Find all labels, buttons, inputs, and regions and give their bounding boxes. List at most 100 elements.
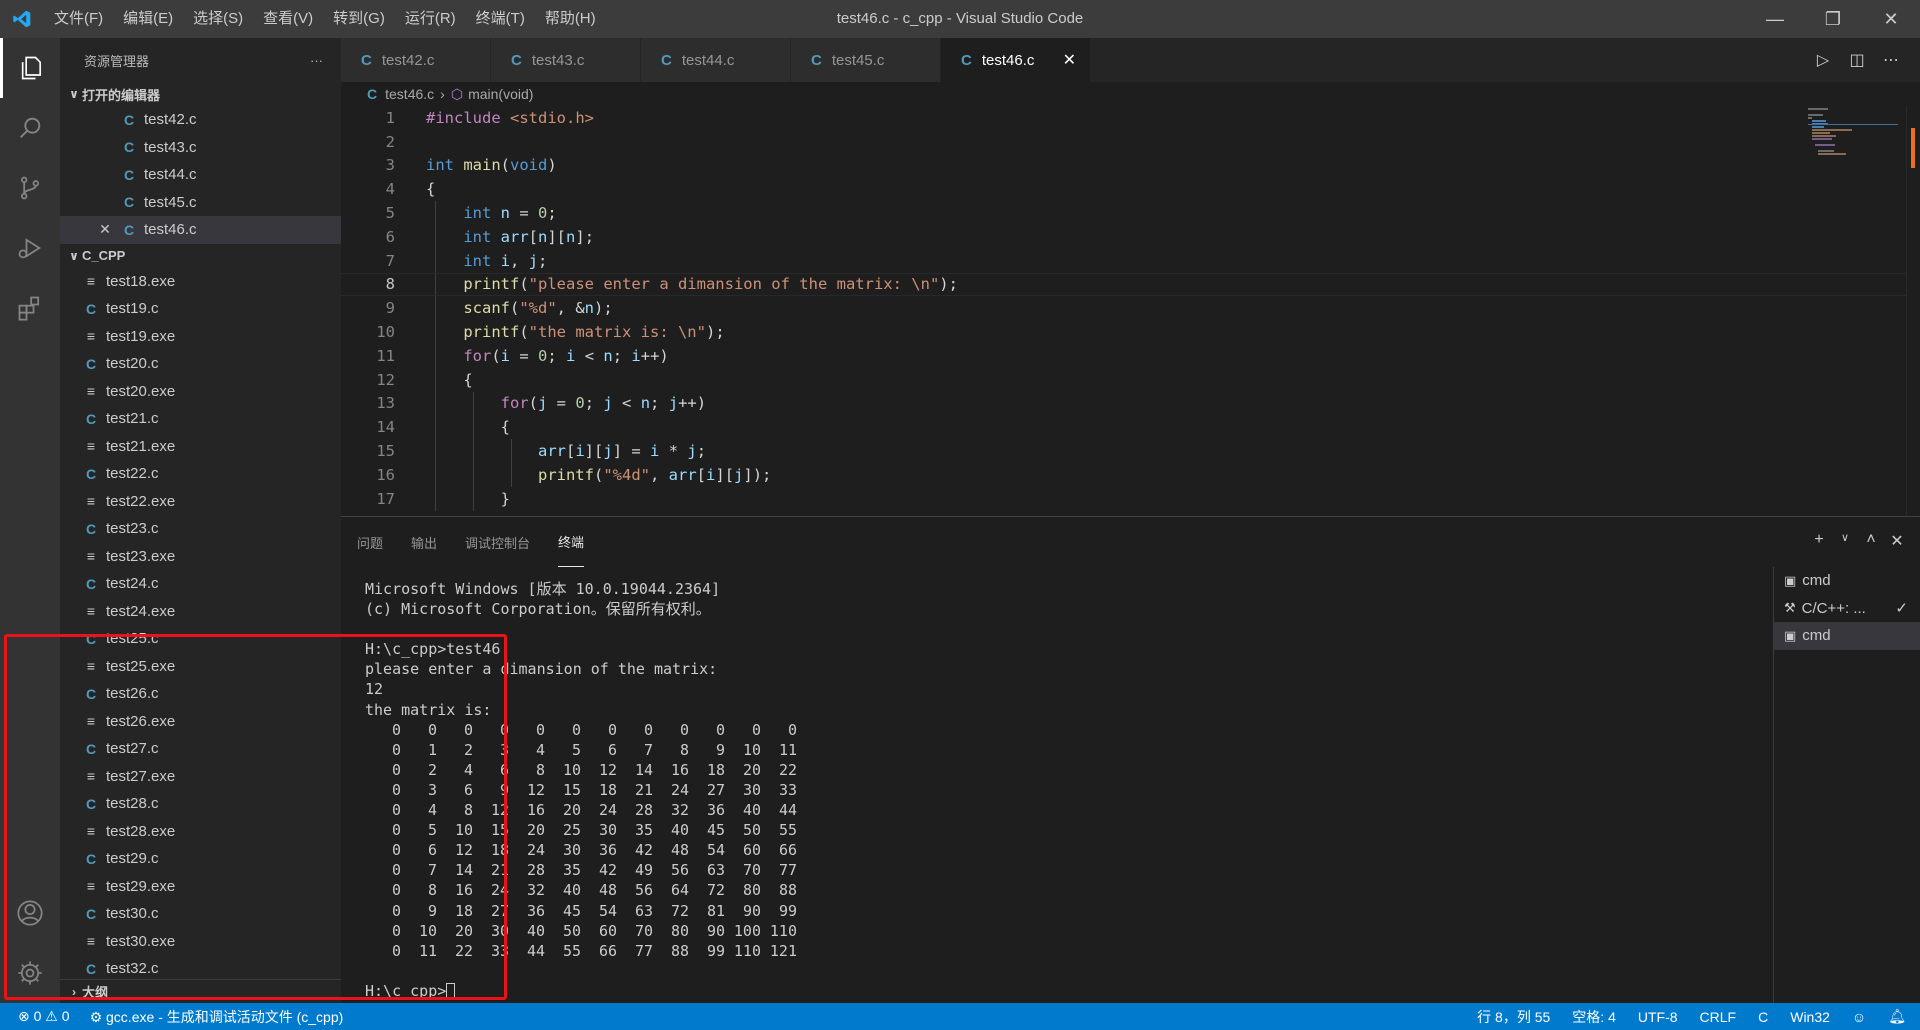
open-editor-item[interactable]: Ctest44.c [60,161,341,189]
problems-status[interactable]: ⊗ 0 ⚠ 0 [18,1008,70,1025]
matrix-cell: 110 [769,921,797,940]
matrix-cell: 80 [670,921,689,940]
close-window-button[interactable]: ✕ [1862,0,1920,38]
menu-selection[interactable]: 选择(S) [183,0,253,38]
code-text: for(j = 0; j < n; j++) [500,394,707,413]
menu-view[interactable]: 查看(V) [253,0,323,38]
search-icon[interactable] [0,98,60,158]
matrix-cell: 28 [634,801,653,820]
menu-file[interactable]: 文件(F) [44,0,113,38]
c-file-icon: C [123,166,135,183]
file-label: test19.exe [106,327,176,345]
code-editor[interactable]: 1 #include <stdio.h> 2 3 int main(void) 4{5 i… [341,106,1920,516]
minimap[interactable] [1800,106,1900,516]
file-tree-item[interactable]: ≡ test19.exe [60,323,341,351]
editor-scrollbar[interactable] [1906,106,1920,516]
indentation[interactable]: 空格: 4 [1572,1007,1616,1027]
matrix-cell: 24 [670,780,689,799]
file-tree-item[interactable]: Ctest19.c [60,295,341,323]
file-tree-item[interactable]: ≡ test24.exe [60,598,341,626]
breadcrumb-symbol[interactable]: main(void) [468,86,533,102]
terminal-output[interactable]: Microsoft Windows [版本 10.0.19044.2364] (… [365,579,1745,1000]
language-mode[interactable]: C [1758,1009,1768,1025]
notifications-icon[interactable]: 🔔︎ [1888,1008,1906,1025]
file-tree-item[interactable]: Ctest22.c [60,460,341,488]
terminal-instance[interactable]: ▣ cmd [1774,567,1920,595]
matrix-cell: 9 [715,740,725,759]
extensions-icon[interactable] [0,278,60,338]
close-tab-icon[interactable]: ✕ [1063,50,1076,70]
code-line: 4{ [341,177,1920,201]
maximize-panel-icon[interactable]: ˄ [1858,531,1884,551]
file-tree-item[interactable]: Ctest24.c [60,570,341,598]
tab-terminal[interactable]: 终端 [558,517,585,567]
code-line: 2 [341,130,1920,154]
new-terminal-icon[interactable]: + [1806,531,1832,551]
file-tree-item[interactable]: ≡ test23.exe [60,543,341,571]
close-icon[interactable]: ✕ [92,221,118,238]
open-editor-item[interactable]: Ctest42.c [60,106,341,134]
tab-debug-console[interactable]: 调试控制台 [465,517,530,567]
file-tree-item[interactable]: ≡ test21.exe [60,433,341,461]
matrix-cell: 25 [562,821,581,840]
tab-test46[interactable]: Ctest46.c ✕ [941,38,1091,82]
menu-edit[interactable]: 编辑(E) [113,0,183,38]
file-tree-item[interactable]: Ctest23.c [60,515,341,543]
feedback-icon[interactable]: ☺ [1852,1009,1866,1025]
explorer-icon[interactable] [0,38,60,98]
split-editor-icon[interactable]: ◫ [1840,50,1874,70]
line-number: 4 [385,180,395,199]
open-editor-item[interactable]: Ctest43.c [60,134,341,162]
open-editors-section[interactable]: ∨ 打开的编辑器 [60,82,341,106]
terminal-instance-active[interactable]: ▣ cmd [1774,622,1920,650]
code-line: 5 int n = 0; [341,201,1920,225]
open-editor-item[interactable]: Ctest45.c [60,189,341,217]
more-actions-icon[interactable]: ⋯ [1874,50,1908,70]
close-panel-icon[interactable]: ✕ [1884,531,1910,551]
cursor-position[interactable]: 行 8，列 55 [1477,1007,1550,1027]
end-of-line[interactable]: CRLF [1700,1009,1737,1025]
matrix-cell: 0 [787,720,797,739]
source-control-icon[interactable] [0,158,60,218]
menu-help[interactable]: 帮助(H) [535,0,606,38]
file-tree-item[interactable]: ≡ test18.exe [60,268,341,296]
encoding[interactable]: UTF-8 [1638,1009,1678,1025]
c-file-icon: C [961,51,972,69]
tab-test42[interactable]: Ctest42.c [341,38,491,82]
platform[interactable]: Win32 [1790,1009,1830,1025]
tab-output[interactable]: 输出 [411,517,437,567]
matrix-cell: 11 [778,740,797,759]
menu-run[interactable]: 运行(R) [395,0,466,38]
file-label: test23.c [106,520,159,538]
run-debug-icon[interactable] [0,218,60,278]
folder-section[interactable]: ∨ C_CPP [60,244,341,268]
tab-test43[interactable]: Ctest43.c [491,38,641,82]
menu-go[interactable]: 转到(G) [323,0,395,38]
code-text: } [426,489,510,508]
code-line: 13 for(j = 0; j < n; j++) [341,391,1920,416]
file-tree-item[interactable]: Ctest21.c [60,405,341,433]
matrix-cell: 63 [706,861,725,880]
highlight-box [4,634,507,1000]
task-status[interactable]: ⚙ gcc.exe - 生成和调试活动文件 (c_cpp) [90,1007,344,1027]
more-actions-icon[interactable]: ··· [310,53,323,68]
file-tree-item[interactable]: Ctest20.c [60,350,341,378]
tab-label: test44.c [681,51,735,69]
minimize-button[interactable]: ― [1746,0,1804,38]
file-tree-item[interactable]: ≡ test20.exe [60,378,341,406]
tab-test45[interactable]: Ctest45.c [791,38,941,82]
tab-problems[interactable]: 问题 [357,517,383,567]
matrix-cell: 18 [706,760,725,779]
tab-test44[interactable]: Ctest44.c [641,38,791,82]
c-file-icon: C [85,355,97,372]
open-editor-item-active[interactable]: ✕ Ctest46.c [60,216,341,244]
matrix-cell: 4 [535,740,545,759]
restore-button[interactable]: ❐ [1804,0,1862,38]
terminal-instance[interactable]: ⚒ C/C++: ... ✓ [1774,595,1920,623]
menu-terminal[interactable]: 终端(T) [466,0,535,38]
chevron-down-icon[interactable]: ∨ [1832,531,1858,551]
terminal-icon: ▣ [1784,572,1797,588]
breadcrumb-file[interactable]: test46.c [385,86,434,102]
file-tree-item[interactable]: ≡ test22.exe [60,488,341,516]
run-file-icon[interactable]: ▷ [1806,50,1840,70]
